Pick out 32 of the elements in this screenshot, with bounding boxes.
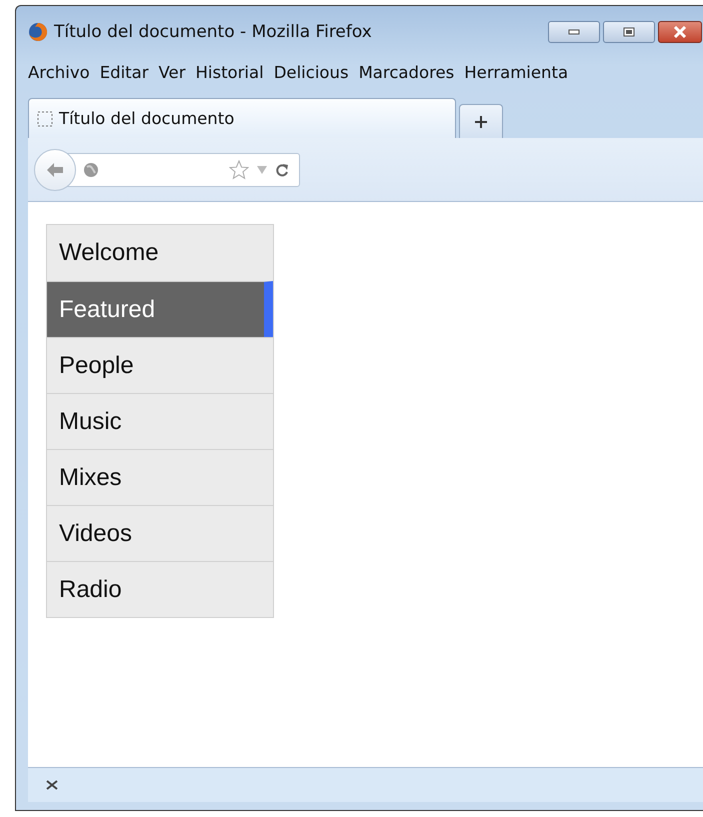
menu-item[interactable]: Editar [100,62,157,82]
menu-item[interactable]: Historial [196,62,272,82]
menu-item[interactable]: Ver [158,62,194,82]
nav-item[interactable]: Mixes [47,449,273,505]
close-icon[interactable] [46,780,58,790]
maximize-icon [623,27,635,37]
menu-item[interactable]: Marcadores [358,62,462,82]
minimize-button[interactable] [548,21,600,43]
menu-item[interactable]: Delicious [274,62,357,82]
globe-icon [83,162,99,178]
reload-icon[interactable] [275,162,289,176]
nav-item[interactable]: Welcome [47,225,273,281]
nav-item[interactable]: Featured [47,281,273,337]
star-icon[interactable] [229,160,249,180]
menu-item[interactable]: Herramienta [464,62,576,82]
nav-item[interactable]: People [47,337,273,393]
plus-icon [474,114,488,128]
nav-item[interactable]: Videos [47,505,273,561]
maximize-button[interactable] [603,21,655,43]
browser-tab[interactable]: Título del documento [28,98,456,138]
close-icon [673,26,687,38]
close-button[interactable] [658,21,702,43]
page-icon [37,110,53,126]
nav-item[interactable]: Music [47,393,273,449]
window-title: Título del documento - Mozilla Firefox [54,22,373,42]
minimize-icon [568,29,580,35]
back-button[interactable] [34,148,76,190]
menu-item[interactable]: Archivo [28,62,98,82]
back-arrow-icon [45,160,65,178]
globe-icon [28,22,48,42]
nav-item[interactable]: Radio [47,561,273,617]
new-tab-button[interactable] [459,104,503,138]
